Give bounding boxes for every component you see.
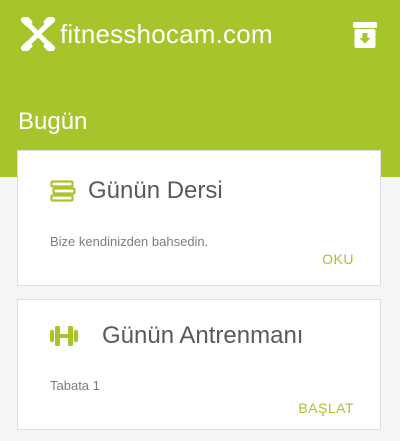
dumbbell-cross-icon [21, 17, 55, 51]
archive-button[interactable] [353, 22, 377, 48]
books-icon [50, 180, 76, 202]
site-logo[interactable]: fitnesshocam.com [21, 14, 273, 54]
dumbbell-icon [50, 326, 78, 346]
workout-card-description: Tabata 1 [50, 378, 100, 393]
start-button[interactable]: BAŞLAT [298, 400, 354, 416]
lesson-card-description: Bize kendinizden bahsedin. [50, 234, 209, 249]
lesson-card[interactable]: Günün Dersi Bize kendinizden bahsedin. O… [17, 150, 381, 286]
read-button[interactable]: OKU [322, 251, 354, 267]
archive-download-icon [353, 22, 377, 48]
workout-card-title: Günün Antrenmanı [102, 322, 304, 349]
workout-card-header: Günün Antrenmanı [50, 322, 303, 350]
workout-card[interactable]: Günün Antrenmanı Tabata 1 BAŞLAT [17, 299, 381, 430]
site-name: fitnesshocam.com [60, 18, 273, 49]
lesson-card-title: Günün Dersi [88, 177, 223, 204]
lesson-card-header: Günün Dersi [50, 177, 223, 205]
section-title: Bugün [18, 108, 88, 135]
